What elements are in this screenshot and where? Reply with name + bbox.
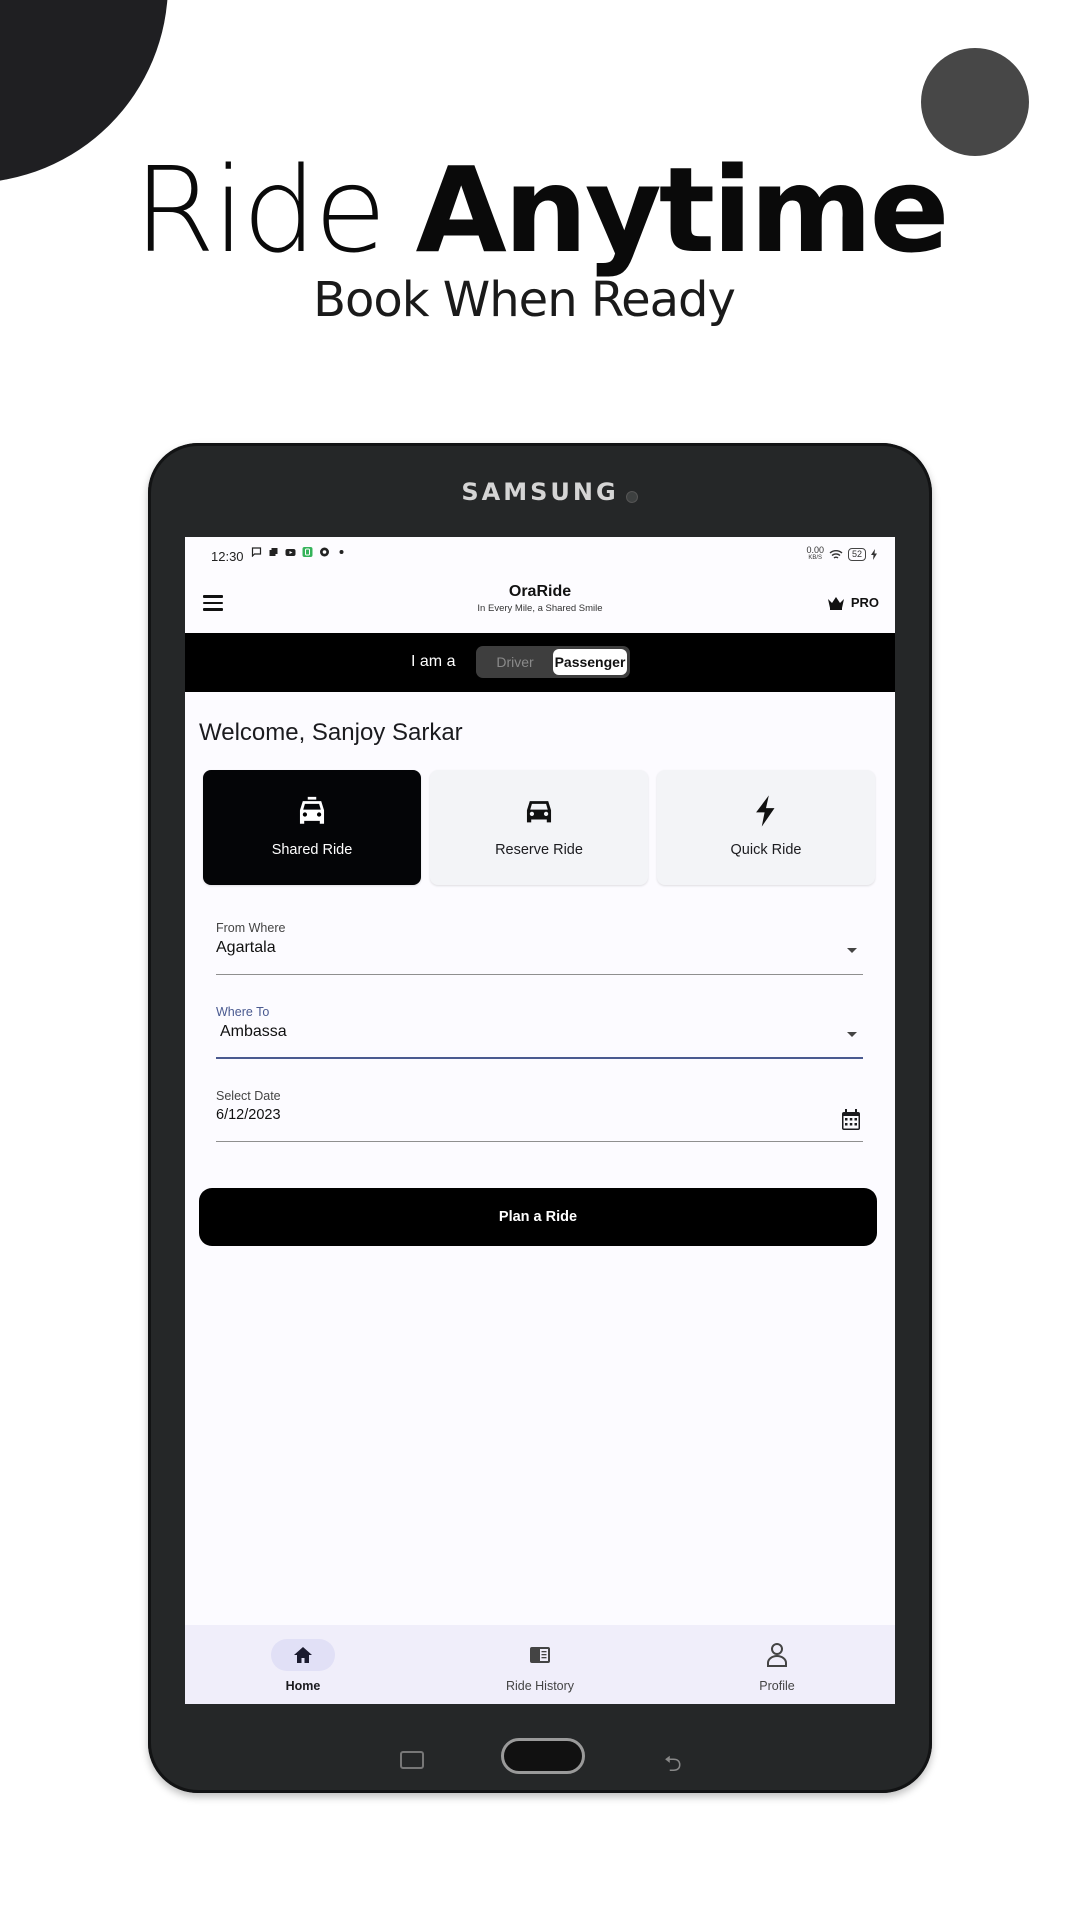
app-title: OraRide — [508, 583, 572, 600]
from-where-label: From Where — [216, 921, 286, 935]
plan-ride-button[interactable]: Plan a Ride — [199, 1188, 877, 1246]
dropdown-arrow-icon — [847, 1032, 857, 1037]
ride-type-label: Reserve Ride — [495, 842, 583, 858]
welcome-message: Welcome, Sanjoy Sarkar — [199, 719, 463, 746]
youtube-icon — [285, 549, 296, 556]
select-date-field[interactable]: Select Date 6/12/2023 — [216, 1089, 863, 1142]
field-underline — [216, 973, 863, 975]
role-toggle[interactable]: Driver Passenger — [476, 646, 630, 678]
app-screen: 12:30 0.00 KB/S 52 OraRide In Every Mile,… — [185, 537, 895, 1704]
dropdown-arrow-icon — [847, 948, 857, 953]
ride-type-selector: Shared Ride Reserve Ride Quick Ride — [203, 770, 875, 885]
role-selector-bar: I am a Driver Passenger — [185, 633, 895, 692]
nav-label: Profile — [759, 1679, 795, 1693]
home-icon — [294, 1647, 312, 1663]
crown-icon — [827, 596, 844, 610]
net-speed-unit: KB/S — [808, 555, 823, 561]
field-underline — [216, 1140, 863, 1142]
network-speed: 0.00 KB/S — [806, 546, 824, 562]
back-icon: ⮌ — [664, 1751, 682, 1776]
battery-indicator: 52 — [847, 547, 866, 561]
home-hardware-button — [501, 1738, 585, 1774]
ride-type-shared[interactable]: Shared Ride — [203, 770, 421, 885]
app-tagline: In Every Mile, a Shared Smile — [477, 603, 603, 614]
headline-light: Ride — [133, 141, 386, 279]
role-label: I am a — [411, 653, 456, 670]
more-dot-icon — [339, 550, 344, 554]
decorative-circle-small — [921, 48, 1029, 156]
ride-type-reserve[interactable]: Reserve Ride — [430, 770, 648, 885]
notification-icons — [251, 547, 347, 557]
wifi-icon — [829, 549, 843, 559]
app-icon — [320, 547, 329, 557]
ride-type-label: Shared Ride — [271, 842, 353, 858]
charging-icon — [871, 548, 877, 560]
system-status: 0.00 KB/S 52 — [806, 546, 877, 562]
role-option-driver[interactable]: Driver — [479, 649, 551, 675]
ride-type-quick[interactable]: Quick Ride — [657, 770, 875, 885]
camera-icon — [626, 491, 638, 503]
promo-subline: Book When Ready — [313, 272, 736, 328]
device-brand: SAMSUNG — [461, 478, 619, 506]
taxi-icon — [299, 796, 325, 824]
bolt-icon — [756, 795, 775, 827]
bottom-navigation: Home Ride History Profile — [185, 1625, 895, 1704]
message-icon — [251, 547, 262, 557]
status-time: 12:30 — [211, 549, 244, 564]
nav-item-ride-history[interactable]: Ride History — [422, 1625, 658, 1704]
nav-item-profile[interactable]: Profile — [659, 1625, 895, 1704]
nav-label: Ride History — [505, 1679, 575, 1693]
person-icon — [767, 1643, 787, 1667]
net-speed-value: 0.00 — [806, 545, 824, 555]
history-icon — [530, 1647, 550, 1663]
calendar-icon[interactable] — [841, 1109, 861, 1131]
from-where-dropdown[interactable]: From Where Agartala — [216, 921, 863, 975]
from-where-value: Agartala — [216, 939, 276, 956]
ride-type-label: Quick Ride — [730, 842, 802, 858]
promo-headline: Ride Anytime — [0, 150, 1080, 271]
chat-icon — [269, 548, 278, 556]
nav-label: Home — [285, 1679, 321, 1693]
vpn-icon — [302, 547, 313, 557]
where-to-label: Where To — [216, 1005, 270, 1019]
recent-apps-icon — [400, 1751, 424, 1769]
role-option-passenger[interactable]: Passenger — [553, 649, 627, 675]
where-to-dropdown[interactable]: Where To Ambassa — [216, 1005, 863, 1059]
headline-bold: Anytime — [415, 141, 949, 279]
select-date-label: Select Date — [216, 1089, 281, 1103]
select-date-value: 6/12/2023 — [216, 1107, 281, 1123]
status-bar: 12:30 0.00 KB/S 52 — [185, 537, 895, 575]
pro-button[interactable]: PRO — [827, 595, 879, 610]
field-underline — [216, 1057, 863, 1059]
nav-item-home[interactable]: Home — [185, 1625, 421, 1704]
pro-label: PRO — [850, 595, 879, 610]
car-icon — [526, 801, 552, 823]
where-to-value: Ambassa — [220, 1023, 287, 1040]
app-bar: OraRide In Every Mile, a Shared Smile PR… — [185, 575, 895, 633]
